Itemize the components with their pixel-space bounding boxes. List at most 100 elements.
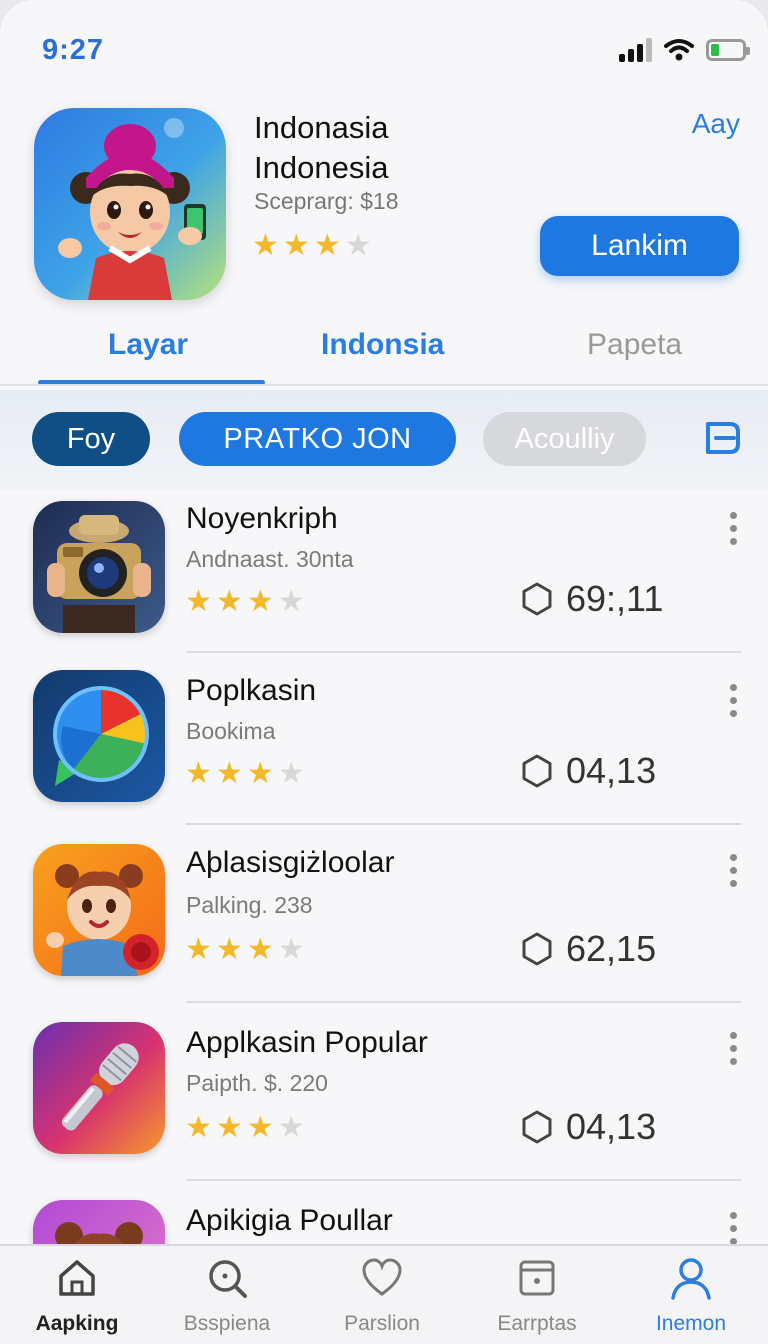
app-rating: ★ ★ ★ ★ bbox=[185, 586, 305, 618]
nav-item-favorites[interactable]: Parslion bbox=[305, 1256, 459, 1336]
microphone-app-icon bbox=[33, 1022, 165, 1154]
nav-label: Inemon bbox=[655, 1312, 727, 1335]
featured-app-title-line2: Indonesia bbox=[254, 150, 389, 185]
nav-item-calendar[interactable]: Earrptas bbox=[460, 1256, 614, 1336]
star-icon: ★ bbox=[215, 933, 243, 966]
more-options-icon[interactable] bbox=[726, 1032, 740, 1071]
featured-app-icon[interactable] bbox=[34, 108, 226, 300]
status-icons bbox=[619, 38, 750, 62]
bottom-navigation: Aapking Bsspiena Parslion Earrptas Inemo… bbox=[0, 1244, 768, 1344]
status-time: 9:27 bbox=[42, 34, 105, 66]
star-icon: ★ bbox=[215, 585, 243, 618]
featured-app-action-button[interactable]: Lankim bbox=[540, 216, 739, 276]
star-icon: ★ bbox=[246, 1111, 274, 1144]
heart-icon bbox=[362, 1258, 402, 1296]
featured-app-title-line1: Indonasia bbox=[254, 110, 389, 145]
featured-app-rating: ★ ★ ★ ★ bbox=[252, 230, 372, 262]
wifi-icon bbox=[664, 39, 694, 61]
nav-label: Earrptas bbox=[497, 1312, 577, 1335]
featured-app-subtitle: Sceprarg: $18 bbox=[254, 188, 399, 214]
star-empty-icon: ★ bbox=[277, 585, 305, 618]
more-options-icon[interactable] bbox=[726, 854, 740, 893]
camera-app-icon bbox=[33, 501, 165, 633]
app-name: Noyenkriph bbox=[186, 502, 338, 535]
star-icon: ★ bbox=[215, 1111, 243, 1144]
divider bbox=[186, 651, 741, 653]
chip-pratko-jon[interactable]: PRATKO JON bbox=[179, 412, 456, 466]
cellular-signal-icon bbox=[619, 38, 652, 62]
app-rating: ★ ★ ★ ★ bbox=[185, 1112, 305, 1144]
chip-foy[interactable]: Foy bbox=[32, 412, 150, 466]
app-name: Applkasin Popular bbox=[186, 1026, 428, 1059]
more-options-icon[interactable] bbox=[726, 684, 740, 723]
featured-app-link[interactable]: Aay bbox=[692, 108, 740, 140]
chat-pie-app-icon bbox=[33, 670, 165, 802]
nav-label: Bsspiena bbox=[183, 1312, 271, 1335]
tab-layar[interactable]: Layar bbox=[108, 328, 188, 362]
app-score: 62,15 bbox=[522, 928, 656, 970]
app-name: Apikigia Poullar bbox=[186, 1204, 393, 1237]
app-score: 04,13 bbox=[522, 1106, 656, 1148]
more-options-icon[interactable] bbox=[726, 1212, 740, 1244]
hexagon-icon bbox=[522, 754, 552, 788]
star-icon: ★ bbox=[185, 933, 212, 966]
nav-label: Parslion bbox=[344, 1312, 420, 1335]
app-subtitle: Bookima bbox=[186, 718, 276, 744]
doll-app-icon bbox=[33, 1200, 165, 1244]
star-icon: ★ bbox=[185, 585, 212, 618]
home-icon bbox=[59, 1260, 95, 1296]
star-icon: ★ bbox=[215, 757, 243, 790]
hexagon-icon bbox=[522, 932, 552, 966]
nav-label: Aapking bbox=[35, 1312, 119, 1335]
star-icon: ★ bbox=[282, 229, 310, 262]
nav-item-profile[interactable]: Inemon bbox=[614, 1256, 768, 1336]
star-empty-icon: ★ bbox=[277, 1111, 305, 1144]
app-subtitle: Palking. 238 bbox=[186, 892, 313, 918]
star-empty-icon: ★ bbox=[277, 757, 305, 790]
star-icon: ★ bbox=[185, 1111, 212, 1144]
star-icon: ★ bbox=[246, 933, 274, 966]
list-item[interactable]: Noyenkriph Andnaast. 30nta ★ ★ ★ ★ 69:,11 bbox=[0, 490, 768, 662]
star-empty-icon: ★ bbox=[344, 229, 372, 262]
more-options-icon[interactable] bbox=[726, 512, 740, 551]
list-item[interactable]: Poplkasin Bookima ★ ★ ★ ★ 04,13 bbox=[0, 662, 768, 834]
star-icon: ★ bbox=[246, 585, 274, 618]
filter-chip-bar: Foy PRATKO JON Acoulliy bbox=[0, 390, 768, 490]
nav-item-home[interactable]: Aapking bbox=[0, 1256, 154, 1336]
app-rating: ★ ★ ★ ★ bbox=[185, 934, 305, 966]
chip-acoulliy[interactable]: Acoulliy bbox=[483, 412, 646, 466]
app-score-value: 69:,11 bbox=[566, 578, 664, 619]
app-rating: ★ ★ ★ ★ bbox=[185, 758, 305, 790]
app-screen: 9:27 Indonasia Indonesia Sceprarg: $18 ★… bbox=[0, 0, 768, 1344]
app-score-value: 62,15 bbox=[566, 928, 657, 969]
divider bbox=[186, 1179, 741, 1181]
filter-list-icon[interactable] bbox=[702, 418, 742, 458]
hexagon-icon bbox=[522, 1110, 552, 1144]
hexagon-icon bbox=[522, 582, 552, 616]
divider bbox=[186, 823, 741, 825]
status-bar: 9:27 bbox=[0, 0, 768, 96]
app-score-value: 04,13 bbox=[566, 750, 657, 791]
battery-icon bbox=[706, 39, 750, 61]
star-icon: ★ bbox=[252, 229, 279, 262]
tab-papeta[interactable]: Papeta bbox=[587, 328, 682, 362]
app-name: Poplkasin bbox=[186, 674, 317, 707]
list-item[interactable]: Applkasin Popular Paipth. $. 220 ★ ★ ★ ★ 04… bbox=[0, 1012, 768, 1184]
app-score-value: 04,13 bbox=[566, 1106, 657, 1147]
app-name: Aþlasisgiżloolar bbox=[186, 846, 395, 879]
featured-app-title: Indonasia Indonesia bbox=[254, 108, 388, 188]
tab-bar: Layar Indonsia Papeta bbox=[0, 316, 768, 386]
star-icon: ★ bbox=[313, 229, 341, 262]
nav-item-search[interactable]: Bsspiena bbox=[150, 1256, 304, 1336]
list-item[interactable]: Aþlasisgiżloolar Palking. 238 ★ ★ ★ ★ 62,15 bbox=[0, 834, 768, 1006]
star-icon: ★ bbox=[185, 757, 212, 790]
tab-indonsia[interactable]: Indonsia bbox=[321, 328, 444, 362]
girl-megaphone-app-icon bbox=[33, 844, 165, 976]
calendar-icon bbox=[519, 1260, 555, 1296]
list-item[interactable]: Apikigia Poullar bbox=[0, 1190, 768, 1244]
divider bbox=[186, 1001, 741, 1003]
app-subtitle: Paipth. $. 220 bbox=[186, 1070, 328, 1096]
divider bbox=[0, 384, 768, 386]
app-subtitle: Andnaast. 30nta bbox=[186, 546, 354, 572]
star-icon: ★ bbox=[246, 757, 274, 790]
